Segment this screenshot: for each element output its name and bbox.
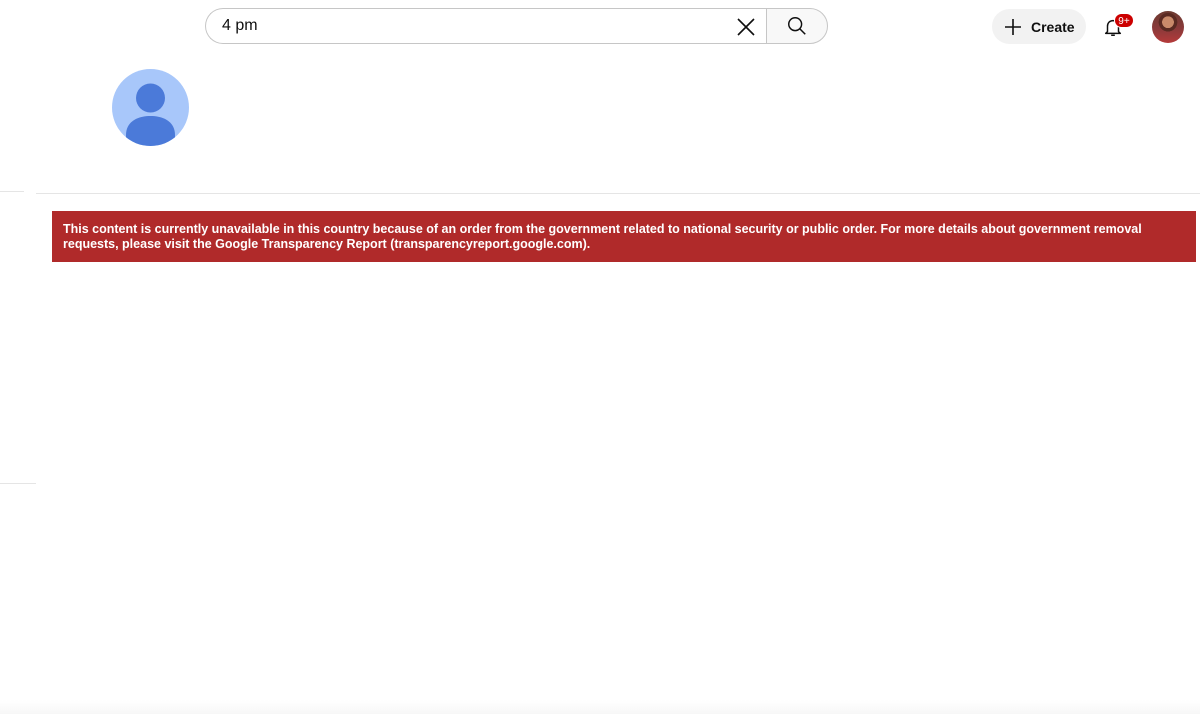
content-unavailable-banner: This content is currently unavailable in… <box>52 211 1196 262</box>
search-box <box>205 8 766 44</box>
search-button[interactable] <box>766 8 828 44</box>
channel-avatar <box>112 69 189 146</box>
bottom-fade <box>0 700 1200 714</box>
default-person-avatar-icon <box>126 83 175 146</box>
plus-icon <box>1005 18 1021 35</box>
create-label: Create <box>1031 18 1075 35</box>
sidebar-divider <box>0 483 36 484</box>
header-divider <box>36 193 1200 194</box>
alert-message: This content is currently unavailable in… <box>63 222 1142 251</box>
close-icon <box>737 18 755 36</box>
page: Create 9+ This content is currently unav… <box>0 0 1200 714</box>
avatar[interactable] <box>1152 11 1184 43</box>
notification-count-badge: 9+ <box>1114 13 1134 28</box>
sidebar-divider <box>0 191 24 192</box>
clear-search-button[interactable] <box>730 11 762 43</box>
search-icon <box>788 17 806 35</box>
create-button[interactable]: Create <box>992 9 1086 44</box>
search-input[interactable] <box>222 13 702 39</box>
